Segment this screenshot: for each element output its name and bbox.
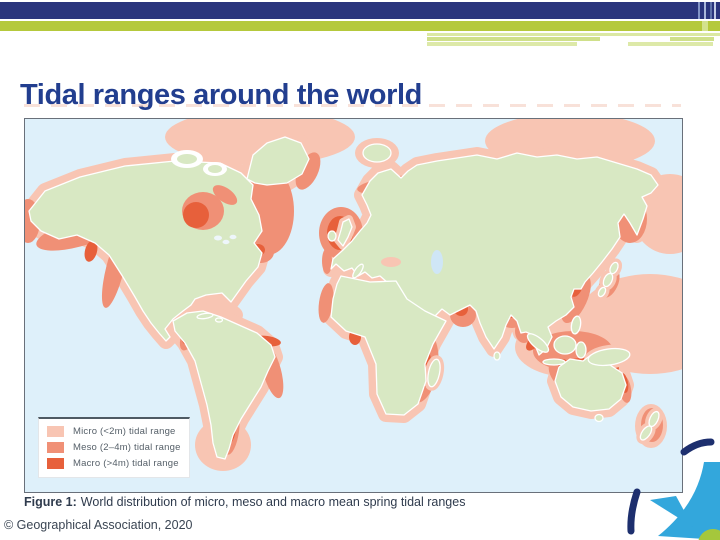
- pale-green-line: [628, 42, 713, 46]
- sri-lanka: [493, 351, 501, 361]
- black-sea: [381, 257, 401, 267]
- borneo: [553, 335, 577, 355]
- green-bar-stripe: [702, 21, 708, 31]
- caspian-sea: [431, 250, 443, 274]
- navy-bar-stripe: [698, 2, 700, 19]
- great-lakes: [214, 235, 222, 241]
- great-lakes: [222, 239, 230, 245]
- geographical-association-logo: [627, 438, 720, 540]
- hispaniola: [214, 317, 224, 323]
- logo-navy-swoosh-top: [680, 438, 715, 456]
- tidal-range-map-figure: Micro (<2m) tidal range Meso (2–4m) tida…: [24, 118, 683, 493]
- legend-label: Micro (<2m) tidal range: [73, 426, 176, 437]
- pale-green-line: [427, 42, 577, 46]
- java: [542, 358, 566, 366]
- legend-label: Meso (2–4m) tidal range: [73, 442, 181, 453]
- sulawesi: [575, 341, 587, 359]
- great-lakes: [229, 234, 237, 240]
- navy-bar-stripe: [704, 2, 706, 19]
- pale-green-line: [670, 37, 714, 41]
- tasmania: [594, 413, 604, 423]
- page-title: Tidal ranges around the world: [20, 79, 422, 112]
- macro-color-swatch: [47, 458, 64, 469]
- legend-item-macro: Macro (>4m) tidal range: [47, 458, 181, 469]
- legend-item-meso: Meso (2–4m) tidal range: [47, 442, 181, 453]
- map-legend: Micro (<2m) tidal range Meso (2–4m) tida…: [38, 417, 190, 478]
- hudson-bay-macro: [183, 202, 209, 228]
- legend-item-micro: Micro (<2m) tidal range: [47, 426, 181, 437]
- figure-caption-label: Figure 1:: [24, 495, 77, 509]
- copyright-line: © Geographical Association, 2020: [4, 518, 193, 532]
- top-green-bar: [0, 21, 720, 31]
- micro-color-swatch: [47, 426, 64, 437]
- top-navy-bar: [0, 2, 720, 19]
- slide-root: Tidal ranges around the world Micro (<2m…: [0, 0, 720, 540]
- logo-navy-swoosh-left: [627, 488, 641, 535]
- map-top-dashes: [24, 104, 681, 107]
- ireland: [327, 230, 337, 242]
- figure-caption: Figure 1: World distribution of micro, me…: [24, 495, 465, 509]
- svalbard: [362, 143, 392, 163]
- legend-label: Macro (>4m) tidal range: [73, 458, 179, 469]
- pale-green-line: [427, 37, 600, 41]
- navy-bar-stripe: [710, 2, 712, 19]
- meso-color-swatch: [47, 442, 64, 453]
- figure-caption-text: World distribution of micro, meso and ma…: [80, 495, 466, 509]
- navy-bar-stripe: [714, 2, 716, 19]
- pale-green-line: [427, 33, 720, 36]
